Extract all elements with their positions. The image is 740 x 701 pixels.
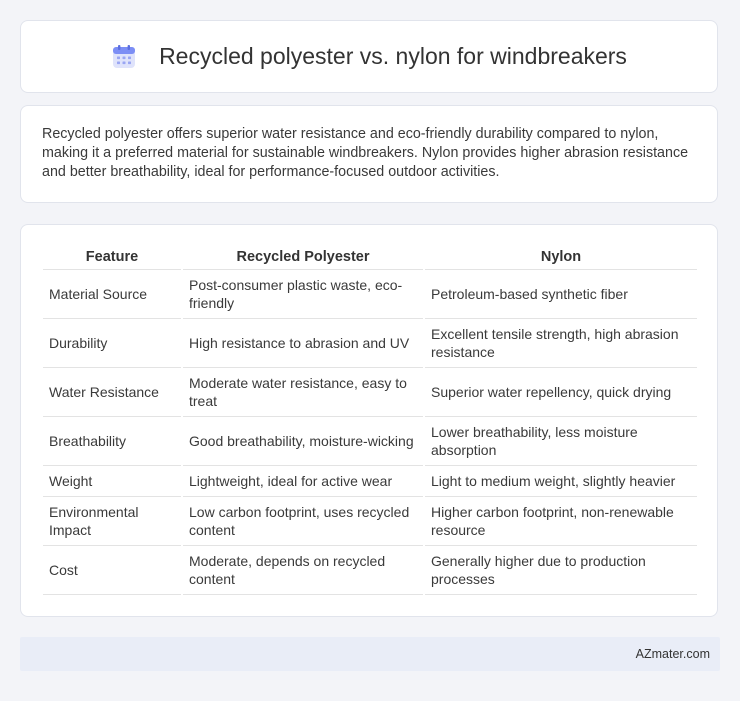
nylon-cell: Excellent tensile strength, high abrasio…	[425, 319, 697, 368]
polyester-cell: Low carbon footprint, uses recycled cont…	[183, 497, 423, 546]
polyester-cell: Lightweight, ideal for active wear	[183, 466, 423, 497]
polyester-cell: High resistance to abrasion and UV	[183, 319, 423, 368]
feature-cell: Cost	[43, 546, 181, 595]
table-row: Cost Moderate, depends on recycled conte…	[43, 546, 697, 595]
page-title: Recycled polyester vs. nylon for windbre…	[159, 43, 627, 69]
footer-bar: AZmater.com	[20, 637, 720, 671]
table-row: Durability High resistance to abrasion a…	[43, 319, 697, 368]
nylon-cell: Light to medium weight, slightly heavier	[425, 466, 697, 497]
comparison-table: Feature Recycled Polyester Nylon Materia…	[41, 245, 699, 595]
table-row: Environmental Impact Low carbon footprin…	[43, 497, 697, 546]
nylon-cell: Superior water repellency, quick drying	[425, 368, 697, 417]
column-header-nylon: Nylon	[425, 245, 697, 270]
feature-cell: Water Resistance	[43, 368, 181, 417]
feature-cell: Durability	[43, 319, 181, 368]
footer-site-link[interactable]: AZmater.com	[636, 647, 710, 661]
table-row: Breathability Good breathability, moistu…	[43, 417, 697, 466]
column-header-recycled-polyester: Recycled Polyester	[183, 245, 423, 270]
nylon-cell: Lower breathability, less moisture absor…	[425, 417, 697, 466]
polyester-cell: Moderate water resistance, easy to treat	[183, 368, 423, 417]
polyester-cell: Moderate, depends on recycled content	[183, 546, 423, 595]
table-row: Material Source Post-consumer plastic wa…	[43, 270, 697, 319]
table-row: Weight Lightweight, ideal for active wea…	[43, 466, 697, 497]
nylon-cell: Generally higher due to production proce…	[425, 546, 697, 595]
intro-card: Recycled polyester offers superior water…	[20, 105, 718, 203]
polyester-cell: Post-consumer plastic waste, eco-friendl…	[183, 270, 423, 319]
title-card: Recycled polyester vs. nylon for windbre…	[20, 20, 718, 93]
nylon-cell: Higher carbon footprint, non-renewable r…	[425, 497, 697, 546]
feature-cell: Material Source	[43, 270, 181, 319]
feature-cell: Environmental Impact	[43, 497, 181, 546]
polyester-cell: Good breathability, moisture-wicking	[183, 417, 423, 466]
nylon-cell: Petroleum-based synthetic fiber	[425, 270, 697, 319]
intro-text: Recycled polyester offers superior water…	[42, 126, 689, 180]
table-header-row: Feature Recycled Polyester Nylon	[43, 245, 697, 270]
feature-cell: Weight	[43, 466, 181, 497]
table-row: Water Resistance Moderate water resistan…	[43, 368, 697, 417]
comparison-table-card: Feature Recycled Polyester Nylon Materia…	[20, 224, 718, 617]
column-header-feature: Feature	[43, 245, 181, 270]
calendar-icon	[113, 44, 136, 68]
feature-cell: Breathability	[43, 417, 181, 466]
